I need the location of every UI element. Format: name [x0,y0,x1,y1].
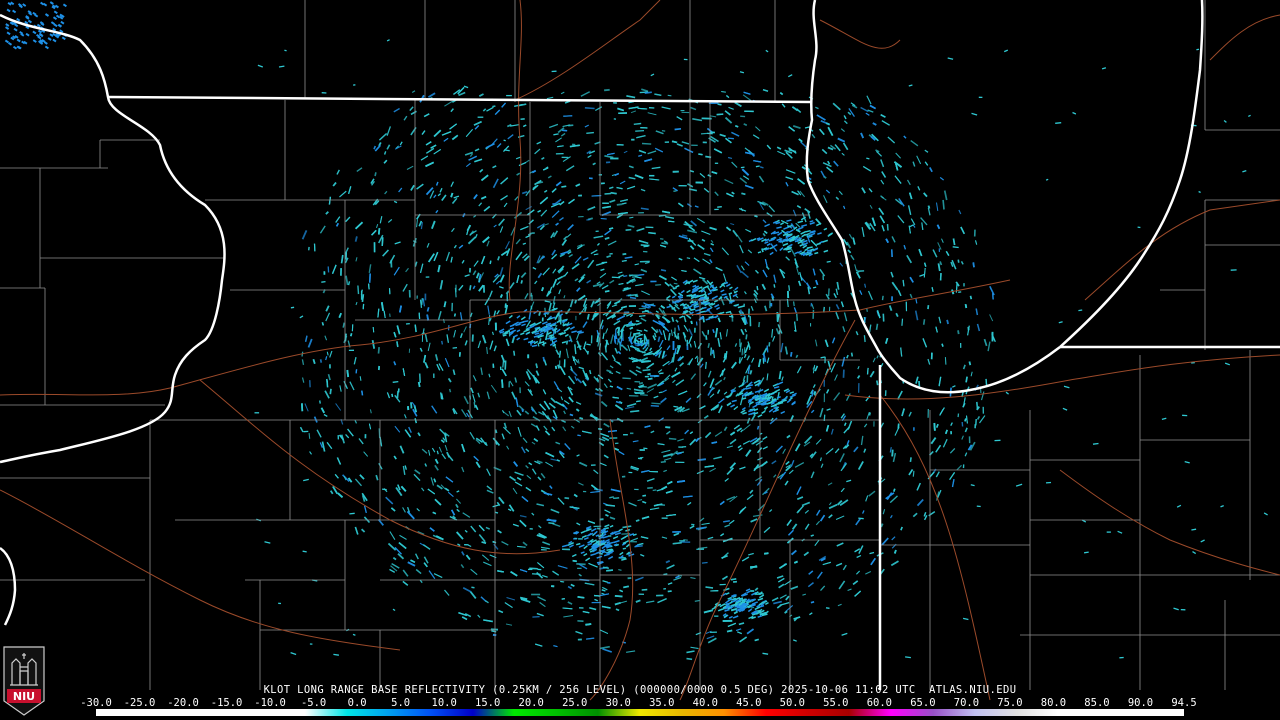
colorscale-label: 90.0 [1127,697,1154,709]
colorscale-swatch [137,709,180,716]
colorscale-labels: -30.0 -25.0 -20.0 -15.0 -10.0 -5.0 0.0 5.0 10.0 1… [80,697,1196,709]
colorscale-label: 30.0 [605,697,631,709]
colorscale-swatch [347,709,389,716]
colorscale-swatch [514,709,557,716]
colorscale-label: 25.0 [562,697,588,709]
colorscale-swatch [1016,709,1059,716]
niu-logo: NIU [3,646,45,716]
colorscale-swatch [849,709,892,716]
colorscale-swatch [221,709,264,716]
colorscale-label: 75.0 [997,697,1023,709]
colorscale-label: 0.0 [347,697,367,709]
colorscale-swatch [1100,709,1143,716]
colorscale-label: 35.0 [649,697,675,709]
colorscale-swatch [765,709,808,716]
colorscale-label: -20.0 [167,697,199,709]
colorscale-swatch [932,709,975,716]
colorscale-label: -10.0 [254,697,286,709]
colorscale-label: 5.0 [391,697,411,709]
caption-source: ATLAS.NIU.EDU [929,684,1017,696]
colorscale-label: 85.0 [1084,697,1110,709]
colorscale-swatch [681,709,724,716]
colorscale-label: 94.5 [1171,697,1197,709]
colorscale-swatch [974,709,1017,716]
colorscale-label: -25.0 [123,697,156,709]
colorscale-swatch [305,709,348,716]
colorscale-label: 15.0 [475,697,501,709]
colorscale-swatch [430,709,473,716]
colorscale-label: -30.0 [80,697,112,709]
colorscale-label: 60.0 [866,697,893,709]
colorscale-swatch [807,709,850,716]
colorscale-swatch [598,709,640,716]
colorscale-label: 65.0 [910,697,936,709]
colorscale-swatch [891,709,933,716]
colorscale-label: 70.0 [953,697,980,709]
colorscale-label: 80.0 [1040,697,1067,709]
caption-timestamp: 2025-10-06 11:02 UTC [781,684,916,696]
colorscale-swatch [556,709,599,716]
colorscale-label: 55.0 [823,697,849,709]
colorscale-label: 40.0 [692,697,718,709]
colorscale-swatch [263,709,306,716]
colorscale-swatch [179,709,222,716]
colorscale-swatch [639,709,682,716]
logo-text: NIU [13,690,35,703]
colorscale-swatch [388,709,431,716]
colorscale-swatch [1142,709,1184,716]
colorscale-swatch [472,709,515,716]
colorscale-label: 45.0 [736,697,762,709]
caption-product: KLOT LONG RANGE BASE REFLECTIVITY (0.25K… [263,684,775,696]
colorscale-swatch [96,709,138,716]
radar-map [0,0,1280,720]
colorscale-label: 50.0 [779,697,805,709]
colorscale-label: 20.0 [518,697,544,709]
colorscale-bar [96,709,1184,716]
colorscale-swatch [723,709,766,716]
colorscale-label: -15.0 [210,697,243,709]
colorscale-swatch [1058,709,1101,716]
colorscale-label: -5.0 [300,697,327,709]
colorscale-label: 10.0 [431,697,457,709]
product-caption: KLOT LONG RANGE BASE REFLECTIVITY (0.25K… [0,684,1280,696]
